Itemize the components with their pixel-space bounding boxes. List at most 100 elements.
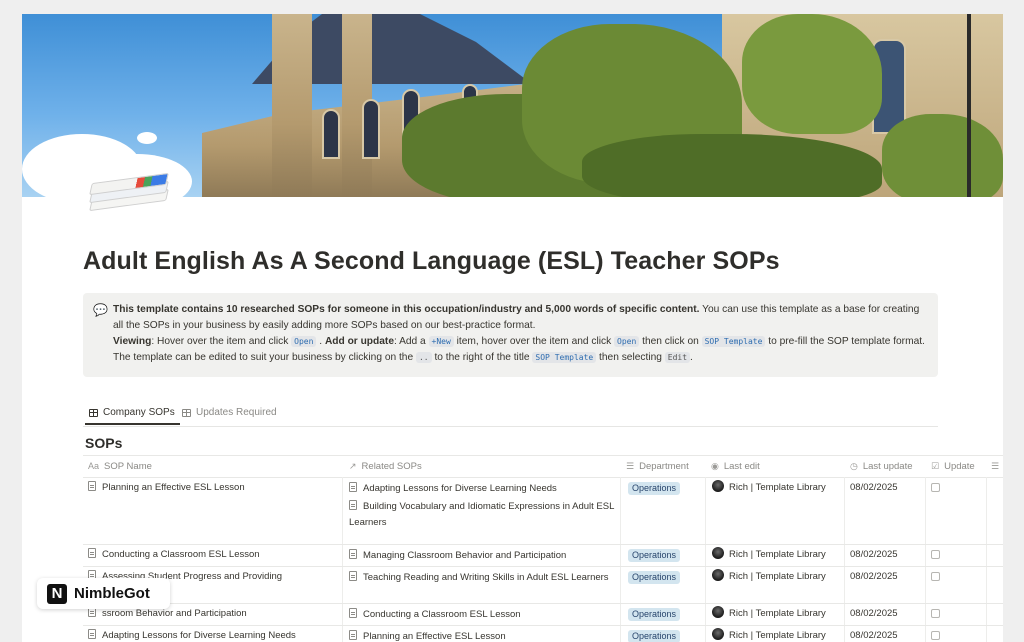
row-4-editor[interactable]: Rich | Template Library — [712, 606, 826, 622]
row-3-department[interactable]: Operations — [628, 570, 681, 586]
sop-name: Planning an Effective ESL Lesson — [102, 482, 245, 493]
row-2-editor[interactable]: Rich | Template Library — [712, 547, 826, 563]
watermark-text: NimbleGot — [74, 585, 150, 602]
page-icon — [349, 608, 357, 618]
column-divider — [844, 477, 845, 642]
row-4-department[interactable]: Operations — [628, 607, 681, 623]
sop-name: ssroom Behavior and Participation — [102, 608, 247, 619]
column-divider — [620, 477, 621, 642]
page-icon — [349, 571, 357, 581]
row-4-related[interactable]: Conducting a Classroom ESL Lesson — [349, 607, 617, 623]
page-icon — [88, 481, 96, 491]
row-5-editor[interactable]: Rich | Template Library — [712, 628, 826, 642]
row-2-update-checkbox[interactable] — [931, 549, 940, 565]
checkbox-icon — [931, 631, 940, 640]
row-1-editor[interactable]: Rich | Template Library — [712, 480, 826, 496]
column-label: Last edit — [723, 460, 760, 472]
notion-page: Adult English As A Second Language (ESL)… — [22, 14, 1003, 642]
editor-name: Rich | Template Library — [729, 482, 826, 493]
column-label: Last update — [862, 460, 913, 472]
column-header-sop-name[interactable]: Aa SOP Name — [88, 455, 152, 477]
row-5-name[interactable]: Adapting Lessons for Diverse Learning Ne… — [88, 628, 338, 642]
viewing-text: : Hover over the item and click — [151, 336, 292, 347]
related-sop-name: Managing Classroom Behavior and Particip… — [363, 550, 567, 561]
related-link[interactable]: Adapting Lessons for Diverse Learning Ne… — [349, 481, 617, 497]
checkbox-icon — [931, 572, 940, 581]
row-divider — [83, 544, 1003, 545]
checkbox-icon — [931, 550, 940, 559]
open-code: Open — [291, 336, 317, 347]
add-text-6: then selecting — [596, 352, 665, 363]
avatar — [712, 606, 724, 618]
table-icon — [89, 408, 98, 417]
row-4-update-checkbox[interactable] — [931, 608, 940, 624]
ivy-shape — [882, 114, 1003, 197]
row-2-related[interactable]: Managing Classroom Behavior and Particip… — [349, 548, 617, 564]
page-title[interactable]: Adult English As A Second Language (ESL)… — [83, 247, 780, 276]
viewing-label: Viewing — [113, 336, 152, 347]
nimblegot-logo-icon: N — [47, 583, 67, 604]
add-text-7: . — [690, 352, 693, 363]
column-header-last-update[interactable]: ◷ Last update — [850, 455, 913, 477]
sop-template-code-2: SOP Template — [532, 352, 597, 363]
related-sop-name: Conducting a Classroom ESL Lesson — [363, 609, 521, 620]
row-2-name[interactable]: Conducting a Classroom ESL Lesson — [88, 547, 338, 563]
department-tag: Operations — [628, 571, 681, 584]
sop-template-code: SOP Template — [701, 336, 766, 347]
page-icon — [88, 629, 96, 639]
ivy-shape — [742, 14, 882, 134]
checkbox-icon: ☑ — [931, 460, 940, 471]
column-header-update[interactable]: ☑ Update — [931, 455, 975, 477]
tab-company-sops[interactable]: Company SOPs — [85, 407, 180, 425]
avatar — [712, 628, 724, 640]
editor-name: Rich | Template Library — [729, 571, 826, 582]
lines-icon: ☰ — [991, 460, 1000, 471]
related-sop-name: Adapting Lessons for Diverse Learning Ne… — [363, 483, 557, 494]
cover-image[interactable] — [22, 14, 1003, 197]
related-link[interactable]: Building Vocabulary and Idiomatic Expres… — [349, 499, 617, 531]
row-3-editor[interactable]: Rich | Template Library — [712, 569, 826, 585]
editor-name: Rich | Template Library — [729, 608, 826, 619]
row-divider — [83, 603, 1003, 604]
ivy-shape — [582, 134, 882, 197]
row-1-department[interactable]: Operations — [628, 481, 681, 497]
tab-label: Updates Required — [196, 407, 277, 418]
drainpipe-shape — [967, 14, 971, 197]
page-icon — [349, 630, 357, 640]
info-callout: 💬 This template contains 10 researched S… — [83, 293, 938, 377]
tab-updates-required[interactable]: Updates Required — [182, 407, 277, 418]
row-1-update-checkbox[interactable] — [931, 482, 940, 498]
add-update-label: Add or update — [324, 336, 394, 347]
editor-name: Rich | Template Library — [729, 630, 826, 641]
nimblegot-watermark: N NimbleGot — [37, 578, 170, 609]
column-label: Related SOPs — [361, 460, 422, 472]
more-columns-icon[interactable]: ☰ — [991, 455, 999, 477]
building-tower — [272, 14, 312, 197]
row-1-date: 08/02/2025 — [850, 482, 898, 493]
row-3-update-checkbox[interactable] — [931, 571, 940, 587]
row-5-related[interactable]: Planning an Effective ESL Lesson — [349, 629, 617, 642]
row-1-name[interactable]: Planning an Effective ESL Lesson — [88, 480, 338, 496]
row-3-related[interactable]: Teaching Reading and Writing Skills in A… — [349, 570, 617, 586]
tab-label: Company SOPs — [103, 407, 175, 418]
row-2-department[interactable]: Operations — [628, 548, 681, 564]
column-header-related-sops[interactable]: ↗ Related SOPs — [349, 455, 422, 477]
sop-name: Conducting a Classroom ESL Lesson — [102, 549, 260, 560]
dots-code: .. — [415, 352, 432, 363]
page-icon — [88, 548, 96, 558]
page-icon[interactable] — [89, 170, 169, 212]
column-header-last-edit[interactable]: ◉ Last edit — [711, 455, 760, 477]
relation-arrow-icon: ↗ — [349, 460, 357, 471]
column-header-department[interactable]: ☰ Department — [626, 455, 689, 477]
column-divider — [986, 477, 987, 642]
column-label: Department — [639, 460, 689, 472]
row-3-date: 08/02/2025 — [850, 571, 898, 582]
database-title[interactable]: SOPs — [85, 435, 122, 451]
row-5-department[interactable]: Operations — [628, 629, 681, 642]
window-shape — [362, 99, 380, 159]
row-1-related: Adapting Lessons for Diverse Learning Ne… — [349, 481, 617, 531]
row-5-update-checkbox[interactable] — [931, 630, 940, 642]
avatar — [712, 480, 724, 492]
list-icon: ☰ — [626, 460, 635, 471]
callout-instructions: Viewing: Hover over the item and click O… — [113, 336, 925, 363]
